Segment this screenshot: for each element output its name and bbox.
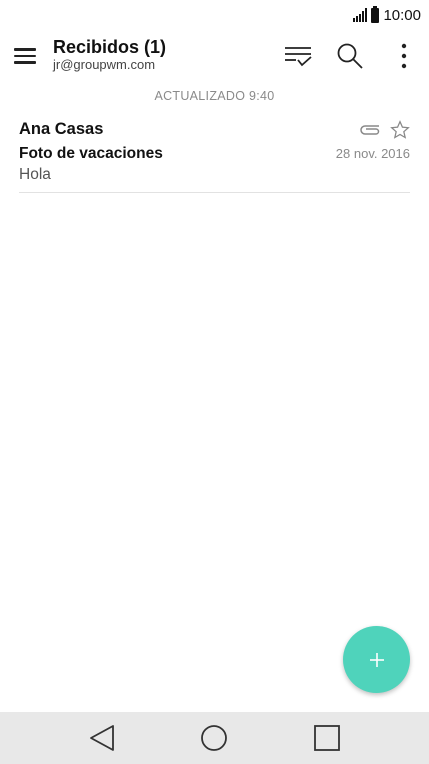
status-bar: 10:00 xyxy=(0,0,429,30)
signal-icon xyxy=(353,8,368,22)
star-icon[interactable] xyxy=(390,120,410,140)
home-icon[interactable] xyxy=(196,720,232,756)
recents-icon[interactable] xyxy=(309,720,345,756)
battery-icon xyxy=(371,5,380,23)
email-date: 28 nov. 2016 xyxy=(335,146,410,161)
menu-icon[interactable] xyxy=(10,44,40,68)
back-icon[interactable] xyxy=(84,720,120,756)
select-list-icon[interactable] xyxy=(282,40,314,72)
email-preview: Hola xyxy=(19,166,51,183)
navigation-bar xyxy=(0,712,429,764)
search-icon[interactable] xyxy=(334,40,366,72)
title-block: Recibidos (1) jr@groupwm.com xyxy=(53,36,166,72)
compose-button[interactable] xyxy=(343,626,410,693)
page-title: Recibidos (1) xyxy=(53,37,167,57)
email-sender: Ana Casas xyxy=(19,120,104,138)
status-time: 10:00 xyxy=(383,6,421,24)
status-indicators: 10:00 xyxy=(353,5,421,25)
app-bar: Recibidos (1) jr@groupwm.com xyxy=(0,30,429,82)
more-options-icon[interactable] xyxy=(388,40,420,72)
account-email: jr@groupwm.com xyxy=(53,57,156,72)
email-subject: Foto de vacaciones xyxy=(19,145,163,162)
attachment-icon xyxy=(359,122,381,136)
plus-icon xyxy=(369,652,384,667)
updated-label: ACTUALIZADO 9:40 xyxy=(154,89,275,103)
email-list-item[interactable]: Ana Casas Foto de vacaciones Hola 28 nov… xyxy=(19,116,410,193)
